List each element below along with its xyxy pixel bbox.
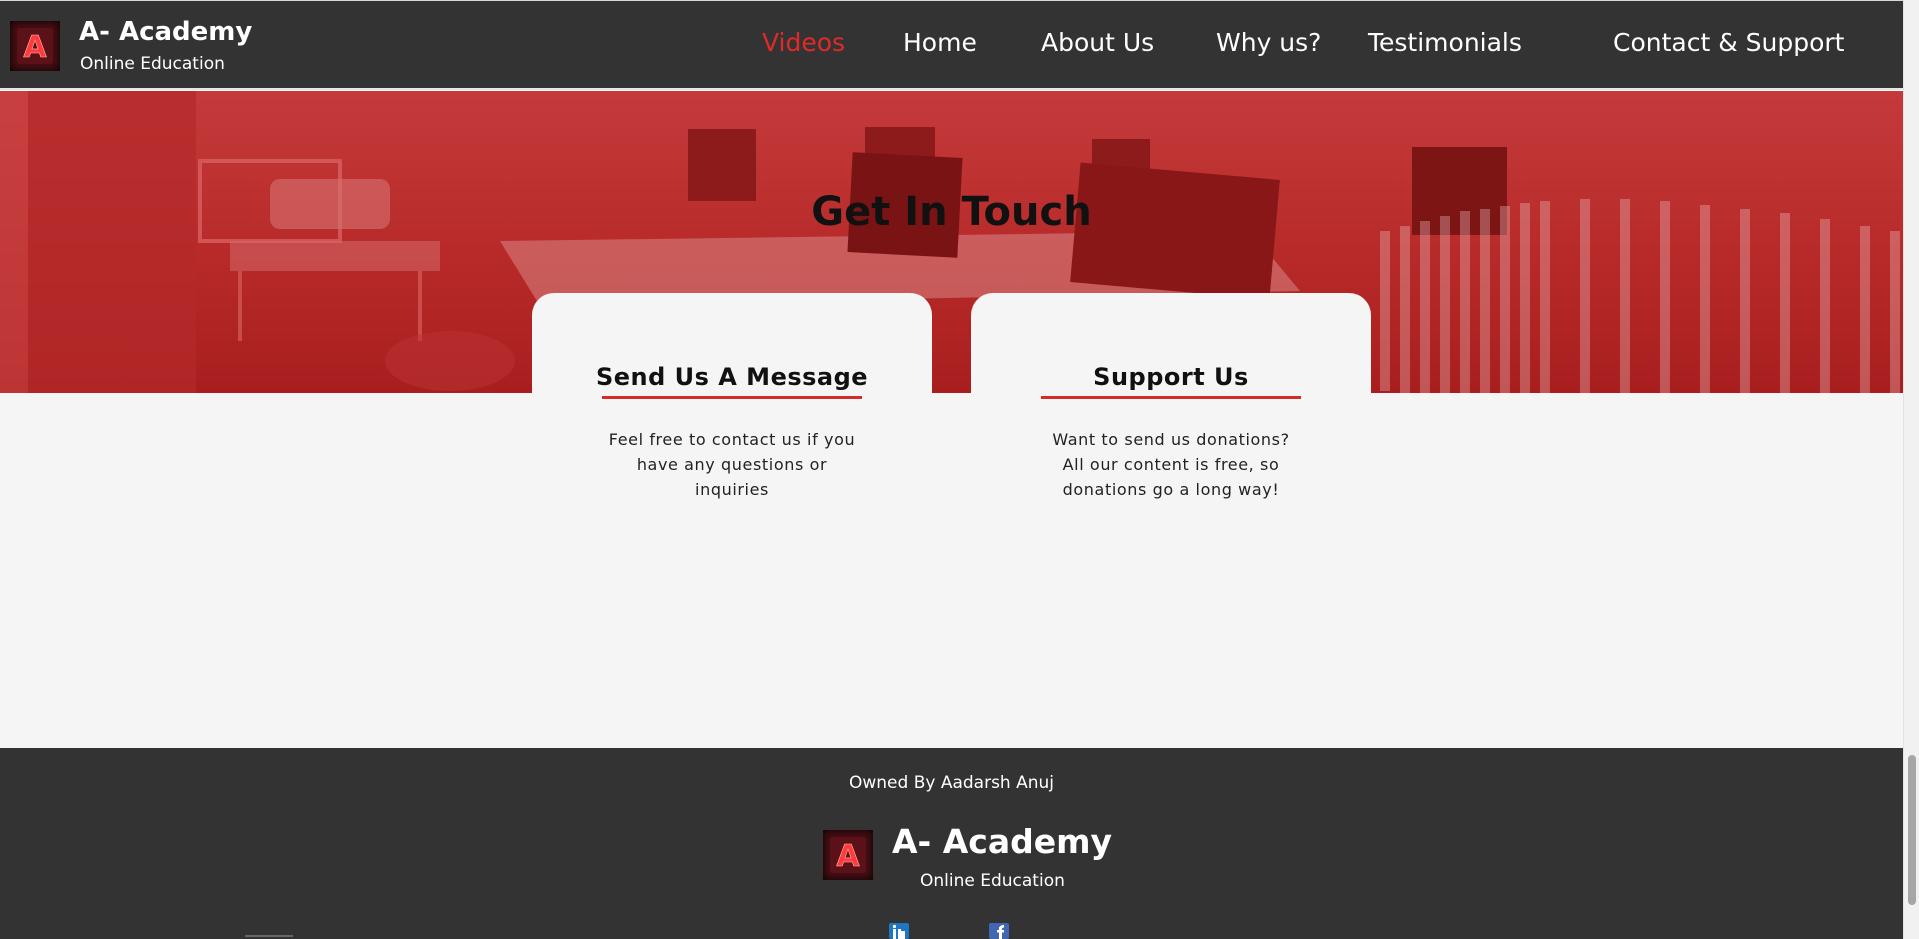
brand-title[interactable]: A- Academy: [79, 17, 252, 47]
footer-brand-title[interactable]: A- Academy: [892, 822, 1112, 861]
nav-about-us[interactable]: About Us: [1041, 28, 1154, 57]
support-us-card[interactable]: Support Us Want to send us donations? Al…: [971, 293, 1371, 593]
page-scrollbar[interactable]: [1903, 0, 1919, 939]
scrollbar-thumb[interactable]: [1908, 755, 1916, 905]
academy-logo-icon[interactable]: A: [10, 21, 60, 71]
get-in-touch-heading: Get In Touch: [811, 189, 1092, 235]
nav-why-us[interactable]: Why us?: [1216, 28, 1321, 57]
logo-glyph-icon: A: [830, 837, 866, 874]
get-in-touch-hero: Get In Touch: [0, 91, 1903, 393]
nav-home[interactable]: Home: [903, 28, 977, 57]
support-us-title: Support Us: [1093, 363, 1249, 391]
office-background-image: [0, 91, 1900, 393]
site-header: A A- Academy Online Education Videos Hom…: [0, 0, 1903, 90]
send-message-card[interactable]: Send Us A Message Feel free to contact u…: [532, 293, 932, 593]
linkedin-icon[interactable]: [889, 923, 909, 939]
brand-subtitle: Online Education: [80, 54, 225, 74]
footer-divider: [245, 935, 293, 937]
send-message-text: Feel free to contact us if you have any …: [608, 430, 856, 499]
support-us-text: Want to send us donations? All our conte…: [1052, 430, 1290, 499]
site-footer: Owned By Aadarsh Anuj A A- Academy Onlin…: [0, 748, 1903, 939]
svg-text:A: A: [836, 839, 860, 874]
card-underline: [602, 396, 862, 399]
nav-testimonials[interactable]: Testimonials: [1368, 28, 1522, 57]
nav-contact-support[interactable]: Contact & Support: [1613, 28, 1844, 57]
send-message-title: Send Us A Message: [595, 363, 869, 391]
nav-videos[interactable]: Videos: [762, 28, 845, 57]
svg-text:A: A: [23, 30, 47, 65]
logo-glyph-icon: A: [17, 28, 53, 65]
owner-credit: Owned By Aadarsh Anuj: [848, 773, 1055, 793]
facebook-icon[interactable]: [989, 923, 1009, 939]
academy-logo-icon[interactable]: A: [823, 830, 873, 880]
card-underline: [1041, 396, 1301, 399]
footer-brand-subtitle: Online Education: [920, 871, 1065, 891]
